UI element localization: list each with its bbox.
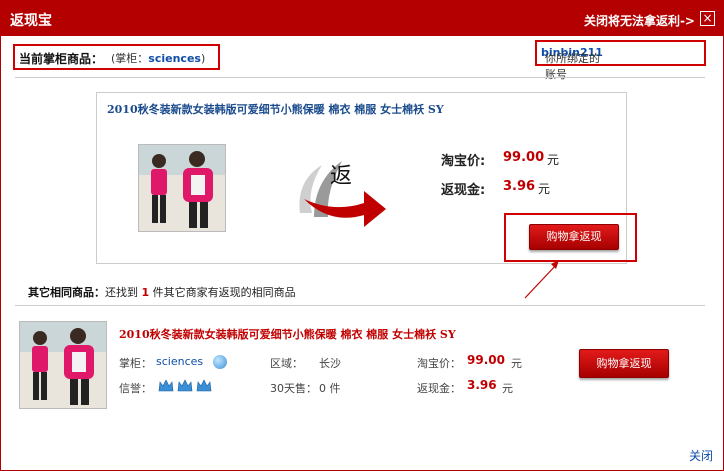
main-product-image[interactable] <box>138 144 226 232</box>
close-link[interactable]: 关闭 <box>689 447 713 464</box>
other-taobao-price-label: 淘宝价： <box>417 357 461 370</box>
cashback-dialog: 返现宝 关闭将无法拿返利-> × 当前掌柜商品： (掌柜：sciences) 你… <box>0 0 724 471</box>
other-cashback-label: 返现金： <box>417 382 461 395</box>
close-hint-link[interactable]: 关闭将无法拿返利-> <box>584 12 695 29</box>
other-keeper-label: 掌柜： <box>119 357 152 370</box>
region-label: 区域： <box>270 357 303 370</box>
other-cashback-unit: 元 <box>502 382 513 395</box>
buy-button-highlight: 购物拿返现 <box>504 213 637 262</box>
title-bar: 返现宝 关闭将无法拿返利-> × <box>1 1 723 36</box>
other-product-title[interactable]: 2010秋冬装新款女装韩版可爱细节小熊保暖 棉衣 棉服 女士棉袄 SY <box>119 326 456 342</box>
buy-cashback-button[interactable]: 购物拿返现 <box>529 224 619 250</box>
crown-rating-icon <box>158 378 214 397</box>
return-arrow-icon: 返 <box>294 151 394 229</box>
divider <box>15 305 705 306</box>
current-keeper-box: 当前掌柜商品： (掌柜：sciences) <box>13 44 220 70</box>
taobao-price-unit: 元 <box>547 153 560 167</box>
account-info: 你所绑定的账号 binbin211 <box>541 46 603 81</box>
credit-label: 信誉： <box>119 382 152 395</box>
other-product-image[interactable] <box>19 321 107 409</box>
current-product-label: 当前掌柜商品： <box>19 52 104 66</box>
svg-text:返: 返 <box>330 164 352 189</box>
other-cashback: 3.96 <box>467 378 497 392</box>
close-icon[interactable]: × <box>700 11 715 26</box>
keeper-name[interactable]: sciences <box>148 52 201 65</box>
other-products-summary: 其它相同商品：还找到 1 件其它商家有返现的相同商品 <box>28 286 296 299</box>
wangwang-chat-icon[interactable] <box>213 355 227 369</box>
sales-label: 30天售： <box>270 382 317 395</box>
cashback-unit: 元 <box>538 182 551 196</box>
account-box: 你所绑定的账号 binbin211 <box>535 40 706 81</box>
pointer-arrow-icon <box>524 260 559 299</box>
other-keeper-name[interactable]: sciences <box>156 355 203 368</box>
other-buy-cashback-button[interactable]: 购物拿返现 <box>579 349 669 378</box>
sales-value: 0 件 <box>319 382 341 395</box>
other-taobao-price: 99.00 <box>467 353 505 367</box>
cashback-value: 3.96 <box>503 179 536 194</box>
cashback-label: 返现金: <box>441 183 486 198</box>
main-product-title[interactable]: 2010秋冬装新款女装韩版可爱细节小熊保暖 棉衣 棉服 女士棉袄 SY <box>107 101 444 117</box>
keeper-info: (掌柜：sciences) <box>111 52 206 65</box>
taobao-price-value: 99.00 <box>503 150 545 165</box>
other-price-unit: 元 <box>511 357 522 370</box>
divider <box>15 77 705 78</box>
taobao-price-label: 淘宝价: <box>441 154 486 169</box>
dialog-title: 返现宝 <box>10 13 52 29</box>
other-count: 1 <box>141 286 150 299</box>
region-value: 长沙 <box>319 357 341 370</box>
